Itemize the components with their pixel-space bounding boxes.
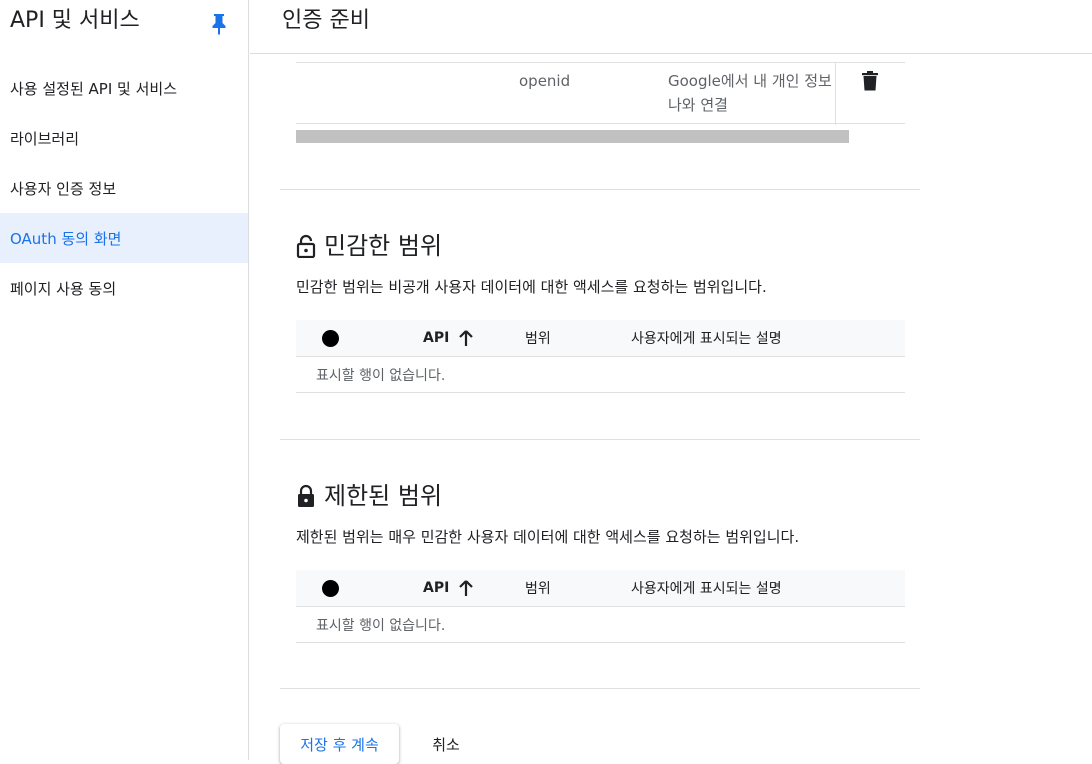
page-title: 인증 준비 <box>282 8 370 33</box>
empty-table-message: 표시할 행이 없습니다. <box>296 607 905 643</box>
cancel-button[interactable]: 취소 <box>416 724 476 764</box>
column-header-api[interactable]: API <box>423 320 474 356</box>
column-header-label: API <box>423 580 450 596</box>
sidebar-item-library[interactable]: 라이브러리 <box>0 113 248 163</box>
column-header-scope: 범위 <box>525 331 551 347</box>
sidebar-title: API 및 서비스 <box>10 8 140 33</box>
column-header-label: API <box>423 330 450 346</box>
section-description: 민감한 범위는 비공개 사용자 데이터에 대한 액세스를 요청하는 범위입니다. <box>296 278 767 296</box>
sidebar-item-label: 페이지 사용 동의 <box>10 279 117 298</box>
arrow-up-icon <box>459 330 474 346</box>
sidebar-item-credentials[interactable]: 사용자 인증 정보 <box>0 163 248 213</box>
section-description: 제한된 범위는 매우 민감한 사용자 데이터에 대한 액세스를 요청하는 범위입… <box>296 528 800 546</box>
sensitive-scopes-table: API 범위 사용자에게 표시되는 설명 표시할 행이 없습니다. <box>296 320 905 393</box>
sidebar-item-label: OAuth 동의 화면 <box>10 229 122 248</box>
sidebar-header: API 및 서비스 <box>0 0 249 54</box>
table-row: openid Google에서 내 개인 정보 나와 연결 <box>296 62 905 125</box>
restricted-scopes-table: API 범위 사용자에게 표시되는 설명 표시할 행이 없습니다. <box>296 570 905 643</box>
sensitive-scopes-heading: 민감한 범위 <box>296 230 442 262</box>
column-header-description: 사용자에게 표시되는 설명 <box>631 581 782 597</box>
section-title: 제한된 범위 <box>324 482 443 510</box>
sidebar-item-label: 라이브러리 <box>10 129 80 148</box>
scope-description-line: Google에서 내 개인 정보 <box>668 72 832 90</box>
restricted-scopes-heading: 제한된 범위 <box>296 480 442 512</box>
table-header: API 범위 사용자에게 표시되는 설명 <box>296 320 905 357</box>
sidebar-item-label: 사용 설정된 API 및 서비스 <box>10 79 178 98</box>
main-content: openid Google에서 내 개인 정보 나와 연결 민감한 범위 민감한… <box>250 54 1092 764</box>
column-header-scope: 범위 <box>525 581 551 597</box>
select-all-checkbox[interactable] <box>322 320 339 356</box>
page-header: 인증 준비 <box>250 0 1092 54</box>
arrow-up-icon <box>459 580 474 596</box>
section-divider <box>280 688 920 689</box>
scope-description-line: 나와 연결 <box>668 96 728 114</box>
select-all-checkbox[interactable] <box>322 570 339 606</box>
pin-icon[interactable] <box>209 12 229 36</box>
sidebar-item-label: 사용자 인증 정보 <box>10 179 117 198</box>
sidebar-item-enabled-apis[interactable]: 사용 설정된 API 및 서비스 <box>0 63 248 113</box>
sidebar: API 및 서비스 사용 설정된 API 및 서비스 라이브러리 사용자 인증 … <box>0 0 249 760</box>
section-divider <box>280 439 920 440</box>
section-title: 민감한 범위 <box>324 232 443 260</box>
horizontal-scrollbar[interactable] <box>296 130 849 143</box>
empty-table-message: 표시할 행이 없습니다. <box>296 357 905 393</box>
sidebar-item-oauth-consent[interactable]: OAuth 동의 화면 <box>0 213 248 263</box>
section-divider <box>280 189 920 190</box>
sidebar-nav: 사용 설정된 API 및 서비스 라이브러리 사용자 인증 정보 OAuth 동… <box>0 63 248 313</box>
scope-name: openid <box>519 72 571 90</box>
column-header-description: 사용자에게 표시되는 설명 <box>631 331 782 347</box>
column-header-api[interactable]: API <box>423 570 474 606</box>
sidebar-item-page-usage-agreement[interactable]: 페이지 사용 동의 <box>0 263 248 313</box>
scope-description: Google에서 내 개인 정보 나와 연결 <box>668 69 836 117</box>
table-header: API 범위 사용자에게 표시되는 설명 <box>296 570 905 607</box>
trash-icon[interactable] <box>861 71 879 91</box>
column-divider <box>835 63 836 125</box>
save-and-continue-button[interactable]: 저장 후 계속 <box>280 724 399 764</box>
lock-icon <box>298 484 314 507</box>
lock-open-icon <box>296 234 316 258</box>
